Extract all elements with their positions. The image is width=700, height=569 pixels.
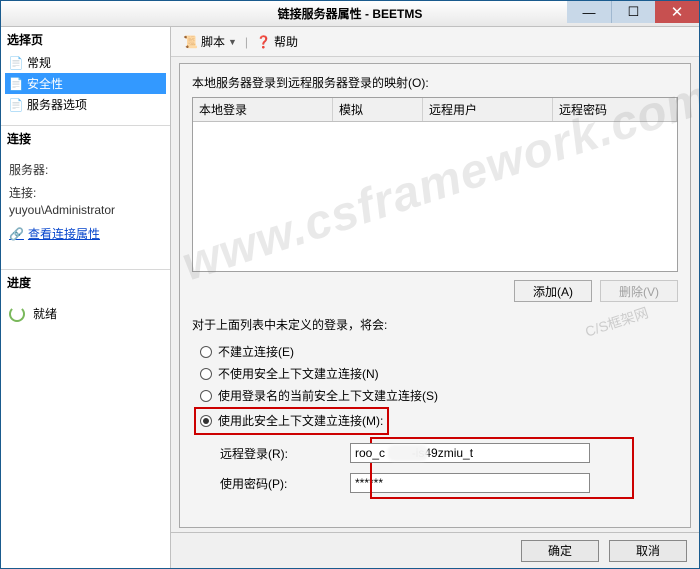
col-remote-password: 远程密码 [553,98,677,121]
select-page-header: 选择页 [1,27,170,50]
col-impersonate: 模拟 [333,98,423,121]
link-text: 查看连接属性 [28,225,100,242]
script-dropdown[interactable]: 📜 脚本 ▼ [179,31,241,52]
radio-no-security-context[interactable]: 不使用安全上下文建立连接(N) [200,363,678,385]
col-remote-user: 远程用户 [423,98,553,121]
page-icon: 📄 [9,77,23,91]
radio-label: 不使用安全上下文建立连接(N) [218,363,379,385]
sidebar-item-label: 服务器选项 [27,96,87,113]
dialog-footer: 确定 取消 [171,532,699,568]
remove-button: 删除(V) [600,280,678,302]
server-label: 服务器: [9,161,162,178]
radio-icon [200,390,212,402]
window-title: 链接服务器属性 - BEETMS [278,5,423,22]
sidebar-item-label: 安全性 [27,75,63,92]
help-button[interactable]: ❓ 帮助 [252,31,302,52]
radio-icon [200,346,212,358]
progress-status: 就绪 [33,305,57,322]
titlebar: 链接服务器属性 - BEETMS — ☐ ✕ [1,1,699,27]
security-radio-group: 不建立连接(E) 不使用安全上下文建立连接(N) 使用登录名的当前安全上下文建立… [200,341,678,435]
connection-header: 连接 [1,125,170,149]
connection-value: yuyou\Administrator [9,203,162,217]
radio-icon [200,368,212,380]
add-button[interactable]: 添加(A) [514,280,592,302]
close-button[interactable]: ✕ [655,1,699,23]
mapping-label: 本地服务器登录到远程服务器登录的映射(O): [192,74,678,91]
login-mapping-grid[interactable]: 本地登录 模拟 远程用户 远程密码 [192,97,678,272]
maximize-button[interactable]: ☐ [611,1,655,23]
password-label: 使用密码(P): [220,475,350,492]
help-icon: ❓ [256,35,271,49]
main-content: 本地服务器登录到远程服务器登录的映射(O): 本地登录 模拟 远程用户 远程密码… [179,63,691,528]
radio-use-this-security-context[interactable]: 使用此安全上下文建立连接(M): [200,407,678,435]
radio-label: 不建立连接(E) [218,341,294,363]
right-panel: 📜 脚本 ▼ | ❓ 帮助 本地服务器登录到远程服务器登录的映射(O): 本地登… [171,27,699,568]
minimize-button[interactable]: — [567,1,611,23]
page-icon: 📄 [9,98,23,112]
radio-label: 使用登录名的当前安全上下文建立连接(S) [218,385,438,407]
chevron-down-icon: ▼ [228,37,237,47]
login-fields: 远程登录(R): 使用密码(P): [220,443,678,493]
sidebar-item-general[interactable]: 📄 常规 [5,52,166,73]
left-panel: 选择页 📄 常规 📄 安全性 📄 服务器选项 连接 服务器: [1,27,171,568]
progress-header: 进度 [1,269,170,293]
script-icon: 📜 [183,35,198,49]
page-tree: 📄 常规 📄 安全性 📄 服务器选项 [1,50,170,125]
grid-buttons: 添加(A) 删除(V) [192,280,678,302]
script-label: 脚本 [201,33,225,50]
remote-login-label: 远程登录(R): [220,445,350,462]
remote-login-input[interactable] [350,443,590,463]
grid-header: 本地登录 模拟 远程用户 远程密码 [193,98,677,122]
radio-no-connection[interactable]: 不建立连接(E) [200,341,678,363]
connection-label: 连接: [9,184,162,201]
dialog-window: 链接服务器属性 - BEETMS — ☐ ✕ 选择页 📄 常规 📄 安全性 📄 [0,0,700,569]
page-icon: 📄 [9,56,23,70]
radio-current-security-context[interactable]: 使用登录名的当前安全上下文建立连接(S) [200,385,678,407]
link-icon: 🔗 [9,227,24,241]
window-controls: — ☐ ✕ [567,1,699,23]
sidebar-item-security[interactable]: 📄 安全性 [5,73,166,94]
undefined-login-label: 对于上面列表中未定义的登录，将会: [192,316,678,333]
toolbar-separator: | [245,35,248,49]
col-local-login: 本地登录 [193,98,333,121]
view-connection-properties-link[interactable]: 🔗 查看连接属性 [9,225,100,242]
content-area: 选择页 📄 常规 📄 安全性 📄 服务器选项 连接 服务器: [1,27,699,568]
sidebar-item-server-options[interactable]: 📄 服务器选项 [5,94,166,115]
toolbar: 📜 脚本 ▼ | ❓ 帮助 [171,27,699,57]
ok-button[interactable]: 确定 [521,540,599,562]
sidebar-item-label: 常规 [27,54,51,71]
progress-block: 就绪 [1,293,170,568]
progress-spinner-icon [9,306,25,322]
grid-body [193,122,677,271]
connection-block: 服务器: 连接: yuyou\Administrator 🔗 查看连接属性 [1,149,170,269]
highlighted-radio: 使用此安全上下文建立连接(M): [194,407,389,435]
radio-label: 使用此安全上下文建立连接(M): [218,410,383,432]
help-label: 帮助 [274,33,298,50]
password-input[interactable] [350,473,590,493]
radio-icon [200,415,212,427]
cancel-button[interactable]: 取消 [609,540,687,562]
